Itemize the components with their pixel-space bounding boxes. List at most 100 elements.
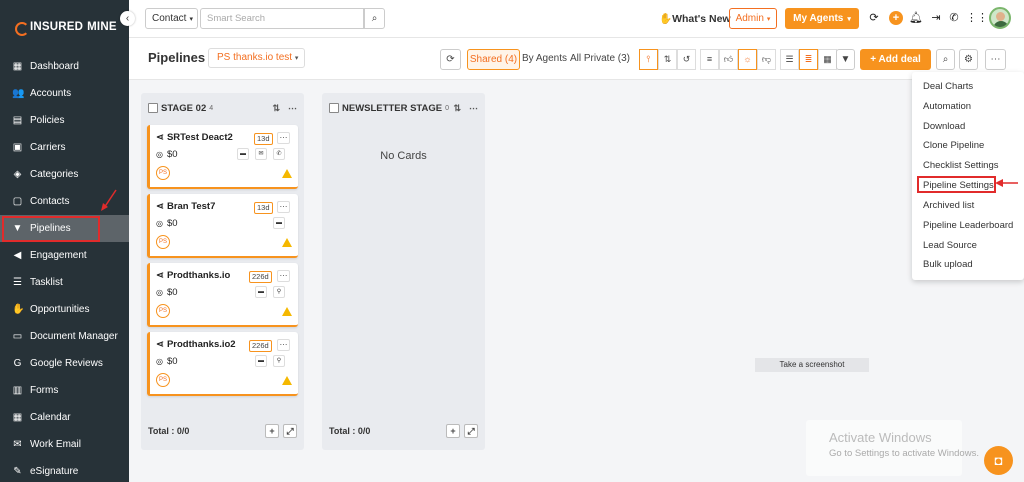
card-more-icon[interactable]: ⋯: [277, 339, 290, 351]
deal-name-text: Bran Test7: [166, 201, 216, 212]
sidebar-item-opportunities[interactable]: ✋ Opportunities: [0, 296, 129, 323]
location-icon[interactable]: ⚲: [273, 286, 285, 298]
more-options-icon[interactable]: ⋯: [985, 49, 1006, 70]
sort-icon[interactable]: ⇅: [272, 103, 280, 114]
annotation-highlight-box: [2, 215, 100, 242]
deal-card[interactable]: ⋖ Bran Test7 ◎ $0 13d ⋯ ▬ PS: [147, 194, 298, 258]
sidebar-item-forms[interactable]: ▥ Forms: [0, 377, 129, 404]
sidebar-item-google-reviews[interactable]: G Google Reviews: [0, 350, 129, 377]
card-more-icon[interactable]: ⋯: [277, 270, 290, 282]
stage-select-checkbox[interactable]: [148, 103, 158, 113]
menu-item-archived-list[interactable]: Archived list: [923, 200, 974, 211]
shared-filter-button[interactable]: Shared (4): [467, 49, 520, 70]
card-more-icon[interactable]: ⋯: [277, 201, 290, 213]
bell-icon[interactable]: 🔔︎: [909, 10, 923, 26]
whats-new-link[interactable]: ✋What's New: [659, 12, 731, 25]
sidebar-item-engagement[interactable]: ◀ Engagement: [0, 242, 129, 269]
sidebar-item-work-email[interactable]: ✉ Work Email: [0, 431, 129, 458]
sort-icon[interactable]: ⇅: [658, 49, 677, 70]
email-icon[interactable]: ✉: [255, 148, 267, 160]
history-icon[interactable]: ↺: [677, 49, 696, 70]
phone-icon[interactable]: ✆: [273, 148, 285, 160]
menu-item-deal-charts[interactable]: Deal Charts: [923, 81, 973, 92]
menu-item-pipeline-settings[interactable]: Pipeline Settings: [923, 180, 994, 191]
role-select[interactable]: Admin ▾: [729, 8, 777, 29]
message-icon[interactable]: ▬: [273, 217, 285, 229]
expand-icon[interactable]: ⤢: [283, 424, 297, 438]
location-icon[interactable]: ⚲: [273, 355, 285, 367]
menu-item-pipeline-leaderboard[interactable]: Pipeline Leaderboard: [923, 220, 1013, 231]
logout-icon[interactable]: ⇥: [929, 10, 943, 26]
menu-item-lead-source[interactable]: Lead Source: [923, 240, 977, 251]
menu-item-download[interactable]: Download: [923, 121, 965, 132]
my-agents-button[interactable]: My Agents ▾: [785, 8, 859, 29]
thumbs-down-icon[interactable]: 👎︎: [757, 49, 776, 70]
deal-amount: ◎ $0: [156, 149, 178, 160]
sun-icon[interactable]: ☼: [738, 49, 757, 70]
filter-icon[interactable]: ▼: [836, 49, 855, 70]
brand-logo[interactable]: INSURED MINE: [14, 21, 117, 36]
more-options-icon[interactable]: ⋯: [288, 103, 297, 114]
menu-item-bulk-upload[interactable]: Bulk upload: [923, 259, 973, 270]
sidebar-item-dashboard[interactable]: ▦ Dashboard: [0, 53, 129, 80]
deal-card[interactable]: ⋖ Prodthanks.io ◎ $0 226d ⋯ ▬ ⚲ PS: [147, 263, 298, 327]
grid-icon: ▦: [12, 61, 23, 72]
thumbs-up-icon[interactable]: 👍︎: [719, 49, 738, 70]
message-icon[interactable]: ▬: [255, 286, 267, 298]
pipeline-view-icon[interactable]: ⫯: [639, 49, 658, 70]
owner-badge: PS: [156, 166, 170, 180]
deal-card[interactable]: ⋖ SRTest Deact2 ◎ $0 13d ⋯ ▬ ✉ ✆ PS: [147, 125, 298, 189]
expand-icon[interactable]: ⤢: [464, 424, 478, 438]
grid-apps-icon[interactable]: ⋮⋮: [966, 10, 988, 26]
pipeline-select[interactable]: PS thanks.io test ▾: [208, 48, 305, 68]
board-view-icon[interactable]: ≣: [799, 49, 818, 70]
stage-footer: Total : 0/0 + ⤢: [329, 424, 478, 438]
sidebar-item-esignature[interactable]: ✎ eSignature: [0, 458, 129, 482]
more-options-icon[interactable]: ⋯: [469, 103, 478, 114]
stage-select-checkbox[interactable]: [329, 103, 339, 113]
sort-icon[interactable]: ⇅: [453, 103, 461, 114]
stage-count: 0: [445, 104, 450, 112]
sidebar-item-document-manager[interactable]: ▭ Document Manager: [0, 323, 129, 350]
refresh-icon[interactable]: ⟳: [867, 10, 881, 26]
by-agents-filter-button[interactable]: By Agents: [520, 49, 569, 70]
card-more-icon[interactable]: ⋯: [277, 132, 290, 144]
deal-card[interactable]: ⋖ Prodthanks.io2 ◎ $0 226d ⋯ ▬ ⚲ PS: [147, 332, 298, 396]
search-icon[interactable]: ⌕: [364, 8, 385, 29]
refresh-board-button[interactable]: ⟳: [440, 49, 461, 70]
gear-icon[interactable]: ⚙: [959, 49, 978, 70]
message-icon[interactable]: ▬: [255, 355, 267, 367]
add-deal-button[interactable]: + Add deal: [860, 49, 931, 70]
stage-header: NEWSLETTER STAGE 0 ⇅ ⋯: [329, 101, 478, 115]
chat-icon[interactable]: ◘: [984, 446, 1013, 475]
search-scope-select[interactable]: Contact ▾: [145, 8, 198, 29]
menu-item-clone-pipeline[interactable]: Clone Pipeline: [923, 140, 984, 151]
sidebar-item-categories[interactable]: ◈ Categories: [0, 161, 129, 188]
sidebar-item-policies[interactable]: ▤ Policies: [0, 107, 129, 134]
all-private-filter-button[interactable]: All Private (3): [569, 49, 631, 70]
user-avatar[interactable]: [989, 7, 1011, 29]
logo-icon: [14, 21, 29, 36]
share-icon: ⋖: [156, 132, 164, 143]
message-icon[interactable]: ▬: [237, 148, 249, 160]
sidebar-item-accounts[interactable]: 👥 Accounts: [0, 80, 129, 107]
smart-search-input[interactable]: Smart Search: [200, 8, 364, 29]
sidebar-item-pipelines[interactable]: ▼ Pipelines: [0, 215, 129, 242]
menu-item-automation[interactable]: Automation: [923, 101, 971, 112]
add-card-button[interactable]: +: [265, 424, 279, 438]
annotation-arrow: [995, 179, 1018, 187]
search-icon[interactable]: ⌕: [936, 49, 955, 70]
deal-name-text: Prodthanks.io2: [166, 339, 236, 350]
sidebar-item-calendar[interactable]: ▦ Calendar: [0, 404, 129, 431]
compact-view-icon[interactable]: ≡: [700, 49, 719, 70]
sidebar-item-carriers[interactable]: ▣ Carriers: [0, 134, 129, 161]
quick-add-icon[interactable]: +: [889, 11, 903, 25]
menu-item-checklist-settings[interactable]: Checklist Settings: [923, 160, 999, 171]
briefcase-icon: ▣: [12, 142, 23, 153]
sidebar-collapse-button[interactable]: ‹: [120, 11, 135, 26]
table-view-icon[interactable]: ▦: [818, 49, 837, 70]
sidebar-item-tasklist[interactable]: ☰ Tasklist: [0, 269, 129, 296]
phone-icon[interactable]: ✆: [947, 10, 961, 26]
list-view-icon[interactable]: ☰: [780, 49, 799, 70]
add-card-button[interactable]: +: [446, 424, 460, 438]
